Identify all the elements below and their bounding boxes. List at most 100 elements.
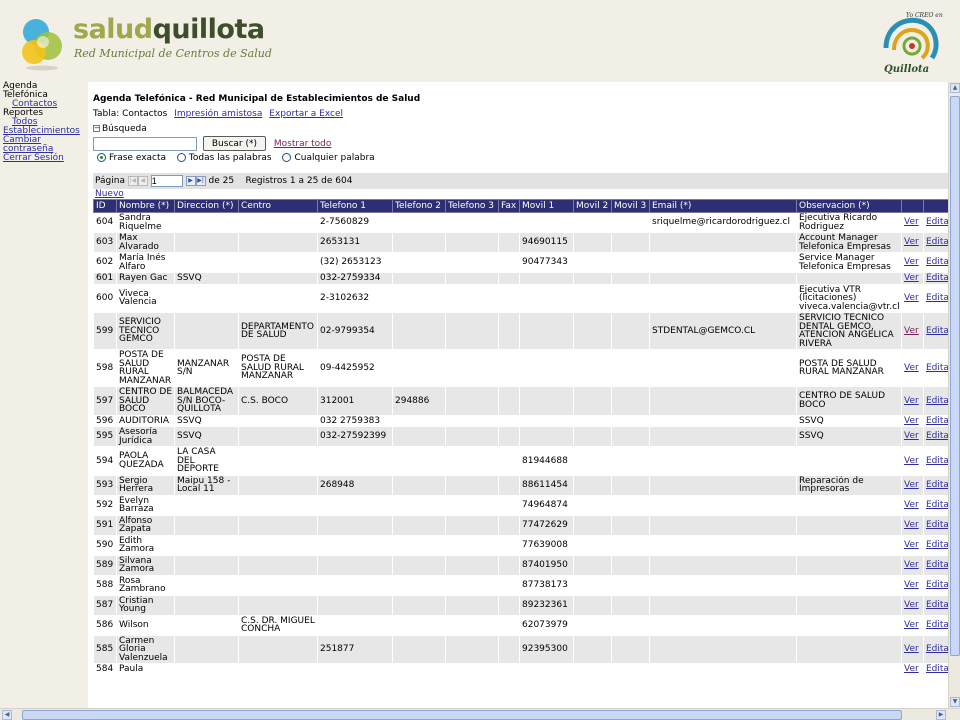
column-header[interactable]: ID	[93, 199, 117, 213]
search-input[interactable]	[93, 136, 197, 151]
view-link[interactable]: Ver	[904, 540, 919, 550]
cell-tel1	[317, 663, 393, 676]
column-header[interactable]: Observacion (*)	[796, 199, 902, 213]
page-number-input[interactable]	[150, 174, 183, 187]
edit-link[interactable]: Editar	[926, 620, 948, 630]
column-header[interactable]: Telefono 1	[317, 199, 393, 213]
export-excel-link[interactable]: Exportar a Excel	[269, 109, 343, 119]
new-record-link[interactable]: Nuevo	[93, 189, 948, 199]
edit-link[interactable]: Editar	[926, 396, 948, 406]
view-link[interactable]: Ver	[904, 480, 919, 490]
cell-id: 601	[93, 272, 117, 285]
radio-all-label: Todas las palabras	[188, 153, 272, 163]
view-link[interactable]: Ver	[904, 520, 919, 530]
edit-link[interactable]: Editar	[926, 480, 948, 490]
nav-link-cerrar-sesion[interactable]: Cerrar Sesión	[3, 154, 85, 163]
scroll-left-icon[interactable]: ◀	[2, 710, 12, 720]
view-link[interactable]: Ver	[904, 664, 919, 674]
column-header[interactable]: Direccion (*)	[174, 199, 239, 213]
cell-view: Ver	[901, 232, 924, 253]
edit-link[interactable]: Editar	[926, 664, 948, 674]
cell-view: Ver	[901, 414, 924, 427]
vertical-scrollbar[interactable]: ▲ ▼	[948, 82, 960, 708]
edit-link[interactable]: Editar	[926, 416, 948, 426]
column-header[interactable]: Centro	[238, 199, 318, 213]
column-header[interactable]: Fax	[498, 199, 520, 213]
edit-link[interactable]: Editar	[926, 217, 948, 227]
edit-link[interactable]: Editar	[926, 600, 948, 610]
edit-link[interactable]: Editar	[926, 540, 948, 550]
scroll-down-icon[interactable]: ▼	[950, 697, 960, 707]
scroll-up-icon[interactable]: ▲	[950, 83, 960, 93]
last-page-icon[interactable]: ▶|	[195, 175, 206, 186]
collapse-icon[interactable]: −	[93, 125, 100, 132]
column-header[interactable]: Movil 1	[519, 199, 574, 213]
view-link[interactable]: Ver	[904, 431, 919, 441]
nav-link-cambiar-contrasena[interactable]: Cambiar contraseña	[3, 136, 85, 154]
edit-link[interactable]: Editar	[926, 273, 948, 283]
view-link[interactable]: Ver	[904, 644, 919, 654]
view-link[interactable]: Ver	[904, 560, 919, 570]
table-row: 591Alfonso Zapata 77472629 Ver Editar	[93, 514, 948, 536]
radio-unselected-icon[interactable]	[282, 153, 292, 162]
edit-link[interactable]: Editar	[926, 363, 948, 373]
column-header[interactable]: Telefono 3	[445, 199, 499, 213]
horizontal-scrollbar[interactable]: ◀ ▶	[0, 708, 960, 720]
show-all-link[interactable]: Mostrar todo	[274, 139, 332, 149]
view-link[interactable]: Ver	[904, 326, 919, 336]
edit-link[interactable]: Editar	[926, 431, 948, 441]
cell-fax	[498, 634, 520, 664]
first-page-icon[interactable]: |◀	[127, 175, 138, 186]
view-link[interactable]: Ver	[904, 363, 919, 373]
edit-link[interactable]: Editar	[926, 520, 948, 530]
search-button[interactable]: Buscar (*)	[202, 136, 266, 151]
brand-name: saludquillota	[73, 14, 265, 45]
view-link[interactable]: Ver	[904, 416, 919, 426]
edit-link[interactable]: Editar	[926, 560, 948, 570]
column-header[interactable]: Telefono 2	[392, 199, 446, 213]
view-link[interactable]: Ver	[904, 620, 919, 630]
cell-movil1: 94690115	[519, 232, 574, 253]
view-link[interactable]: Ver	[904, 237, 919, 247]
edit-link[interactable]: Editar	[926, 644, 948, 654]
cell-tel1	[317, 534, 393, 556]
cell-id: 595	[93, 426, 117, 447]
radio-exact-phrase[interactable]: Frase exacta	[97, 153, 166, 163]
column-header[interactable]: Movil 3	[611, 199, 650, 213]
radio-selected-icon[interactable]	[97, 153, 106, 162]
edit-link[interactable]: Editar	[926, 456, 948, 466]
view-link[interactable]: Ver	[904, 293, 919, 303]
radio-any-word[interactable]: Cualquier palabra	[282, 153, 375, 163]
next-page-icon[interactable]: ▶	[185, 175, 196, 186]
horizontal-scroll-thumb[interactable]	[22, 710, 902, 720]
edit-link[interactable]: Editar	[926, 293, 948, 303]
edit-link[interactable]: Editar	[926, 580, 948, 590]
cell-movil2	[573, 212, 612, 233]
edit-link[interactable]: Editar	[926, 257, 948, 267]
prev-page-icon[interactable]: ◀	[137, 175, 148, 186]
radio-all-words[interactable]: Todas las palabras	[176, 153, 272, 163]
view-link[interactable]: Ver	[904, 217, 919, 227]
table-toolbar: Tabla: Contactos Impresión amistosa Expo…	[93, 109, 343, 119]
vertical-scroll-thumb[interactable]	[950, 96, 960, 656]
view-link[interactable]: Ver	[904, 273, 919, 283]
column-header[interactable]: Nombre (*)	[116, 199, 175, 213]
column-header[interactable]: Email (*)	[649, 199, 797, 213]
cell-email	[649, 349, 797, 387]
edit-link[interactable]: Editar	[926, 237, 948, 247]
print-friendly-link[interactable]: Impresión amistosa	[174, 109, 262, 119]
view-link[interactable]: Ver	[904, 456, 919, 466]
table-label: Tabla: Contactos	[93, 109, 168, 119]
view-link[interactable]: Ver	[904, 257, 919, 267]
cell-fax	[498, 232, 520, 253]
view-link[interactable]: Ver	[904, 600, 919, 610]
cell-movil3	[611, 554, 650, 576]
view-link[interactable]: Ver	[904, 396, 919, 406]
view-link[interactable]: Ver	[904, 500, 919, 510]
radio-unselected-icon[interactable]	[176, 153, 186, 162]
scroll-right-icon[interactable]: ▶	[936, 710, 946, 720]
column-header[interactable]: Movil 2	[573, 199, 612, 213]
edit-link[interactable]: Editar	[926, 500, 948, 510]
edit-link[interactable]: Editar	[926, 326, 948, 336]
view-link[interactable]: Ver	[904, 580, 919, 590]
